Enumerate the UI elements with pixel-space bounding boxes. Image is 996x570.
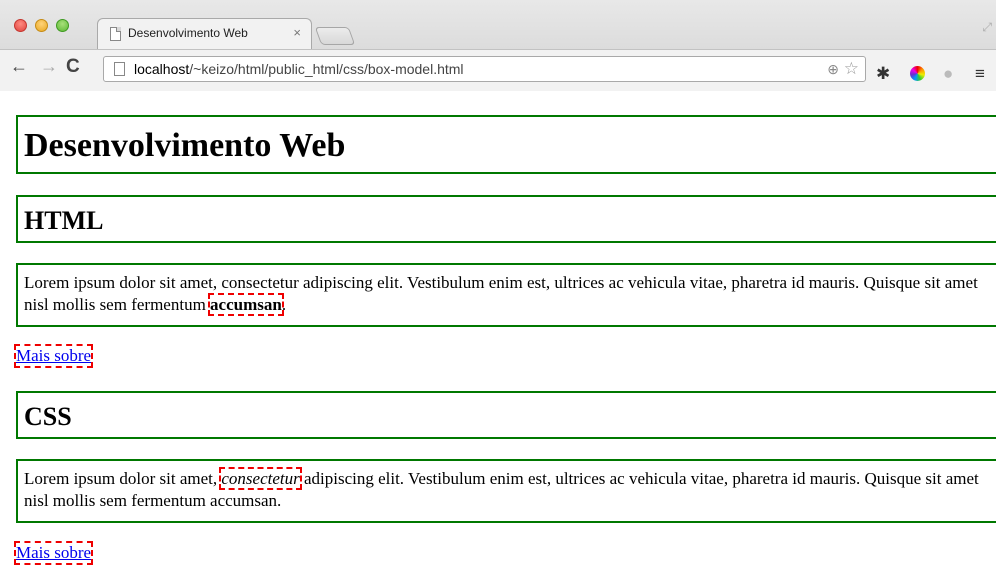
android-extension-icon[interactable]: ● [943, 64, 953, 84]
menu-icon[interactable]: ≡ [975, 64, 985, 84]
more-link[interactable]: Mais sobre [13, 541, 94, 565]
address-bar[interactable]: localhost/~keizo/html/public_html/css/bo… [103, 56, 866, 82]
page-heading: Desenvolvimento Web [24, 127, 346, 164]
section-title-box: HTML [16, 195, 996, 243]
minimize-window-button[interactable] [35, 19, 48, 32]
paragraph-text: . [281, 295, 287, 314]
url-host: localhost [134, 61, 190, 77]
section-title: HTML [24, 206, 104, 235]
paragraph-text: Lorem ipsum dolor sit amet, consectetur … [24, 273, 978, 314]
toolbar: ← → C localhost/~keizo/html/public_html/… [0, 49, 996, 91]
paragraph-box: Lorem ipsum dolor sit amet, consectetur … [16, 459, 996, 523]
paragraph: Lorem ipsum dolor sit amet, consectetur … [24, 272, 984, 316]
paragraph-text: Lorem ipsum dolor sit amet, [24, 469, 222, 488]
url-path: /~keizo/html/public_html/css/box-model.h… [189, 61, 464, 77]
page-icon [114, 62, 125, 76]
heading-box: Desenvolvimento Web [16, 115, 996, 174]
new-tab-button[interactable] [314, 27, 356, 45]
page-icon [110, 27, 121, 41]
reload-icon[interactable]: C [66, 56, 80, 78]
page-content: Desenvolvimento Web HTML Lorem ipsum dol… [0, 91, 996, 570]
gear-icon[interactable]: ✱ [876, 64, 890, 84]
paragraph-box: Lorem ipsum dolor sit amet, consectetur … [16, 263, 996, 327]
maximize-window-button[interactable] [56, 19, 69, 32]
section-title: CSS [24, 402, 72, 431]
browser-tab[interactable]: Desenvolvimento Web × [97, 18, 312, 49]
tab-close-icon[interactable]: × [293, 25, 301, 40]
tab-title: Desenvolvimento Web [128, 26, 248, 40]
close-window-button[interactable] [14, 19, 27, 32]
back-arrow-icon[interactable]: ← [10, 56, 28, 77]
paragraph: Lorem ipsum dolor sit amet, consectetur … [24, 467, 984, 512]
browser-chrome: Desenvolvimento Web × ⤢ ← → C localhost/… [0, 0, 996, 91]
color-picker-extension-icon[interactable] [910, 66, 925, 81]
more-link[interactable]: Mais sobre [13, 344, 94, 368]
strong-text: accumsan [208, 293, 284, 316]
forward-arrow-icon[interactable]: → [40, 56, 58, 77]
zoom-icon[interactable]: ⊕ [827, 61, 839, 78]
emphasis-text: consectetur [219, 467, 302, 490]
section-title-box: CSS [16, 391, 996, 439]
bookmark-star-icon[interactable]: ☆ [844, 59, 859, 79]
url-text[interactable]: localhost/~keizo/html/public_html/css/bo… [134, 61, 464, 77]
fullscreen-icon[interactable]: ⤢ [982, 20, 992, 35]
